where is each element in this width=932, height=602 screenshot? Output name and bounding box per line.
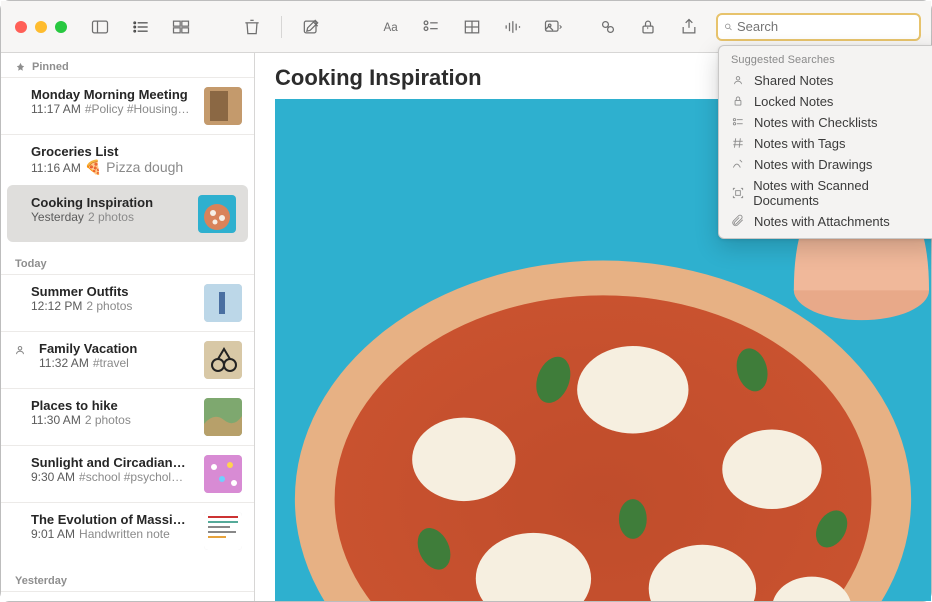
note-title: Summer Outfits bbox=[31, 284, 196, 299]
suggestion-scanned[interactable]: Notes with Scanned Documents bbox=[719, 175, 932, 211]
note-row[interactable]: Monday Morning Meeting 11:17 AM#Policy #… bbox=[1, 77, 254, 134]
suggestion-drawings[interactable]: Notes with Drawings bbox=[719, 154, 932, 175]
pin-icon bbox=[15, 62, 26, 73]
toggle-sidebar-button[interactable] bbox=[87, 14, 114, 40]
list-view-button[interactable] bbox=[128, 14, 155, 40]
note-thumbnail bbox=[204, 398, 242, 436]
gallery-view-button[interactable] bbox=[168, 14, 195, 40]
suggestion-attachments[interactable]: Notes with Attachments bbox=[719, 211, 932, 232]
note-subtitle: Yesterday2 photos bbox=[31, 210, 190, 224]
note-row-selected[interactable]: Cooking Inspiration Yesterday2 photos bbox=[7, 185, 248, 242]
note-row[interactable]: Summer Outfits 12:12 PM2 photos bbox=[1, 274, 254, 331]
tag-icon bbox=[731, 136, 746, 151]
note-row[interactable]: Sunlight and Circadian… 9:30 AM#school #… bbox=[1, 445, 254, 502]
note-title: Sunlight and Circadian… bbox=[31, 455, 196, 470]
note-subtitle: 11:32 AM#travel bbox=[39, 356, 196, 370]
note-title: The Evolution of Massi… bbox=[31, 512, 196, 527]
notes-list-sidebar[interactable]: Pinned Monday Morning Meeting 11:17 AM#P… bbox=[1, 53, 255, 601]
note-row[interactable]: Places to hike 11:30 AM2 photos bbox=[1, 388, 254, 445]
search-icon bbox=[724, 20, 733, 34]
table-button[interactable] bbox=[459, 14, 486, 40]
shared-icon bbox=[731, 73, 746, 88]
suggestion-label: Locked Notes bbox=[754, 94, 834, 109]
section-header-yesterday: Yesterday bbox=[1, 559, 254, 591]
note-row[interactable]: Groceries List 11:16 AM🍕 Pizza dough bbox=[1, 134, 254, 185]
note-subtitle: 12:12 PM2 photos bbox=[31, 299, 196, 313]
svg-text:Aa: Aa bbox=[383, 21, 398, 34]
suggestion-label: Notes with Attachments bbox=[754, 214, 890, 229]
suggestion-label: Notes with Tags bbox=[754, 136, 846, 151]
lock-button[interactable] bbox=[635, 14, 662, 40]
suggestion-label: Notes with Checklists bbox=[754, 115, 878, 130]
suggestion-label: Notes with Drawings bbox=[754, 157, 873, 172]
note-title: Monday Morning Meeting bbox=[31, 87, 196, 102]
checklist-button[interactable] bbox=[418, 14, 445, 40]
note-subtitle: 9:01 AMHandwritten note bbox=[31, 527, 196, 541]
search-suggestions-dropdown: Suggested Searches Shared Notes Locked N… bbox=[718, 45, 932, 239]
window-controls bbox=[11, 21, 73, 33]
toolbar-separator bbox=[281, 16, 282, 38]
zoom-window-icon[interactable] bbox=[55, 21, 67, 33]
note-thumbnail bbox=[204, 512, 242, 550]
suggestion-locked-notes[interactable]: Locked Notes bbox=[719, 91, 932, 112]
new-note-button[interactable] bbox=[298, 14, 325, 40]
note-title: Groceries List bbox=[31, 144, 242, 159]
attachment-icon bbox=[731, 214, 746, 229]
link-button[interactable] bbox=[594, 14, 621, 40]
suggestion-label: Notes with Scanned Documents bbox=[753, 178, 929, 208]
note-subtitle: 11:17 AM#Policy #Housing… bbox=[31, 102, 196, 116]
delete-note-button[interactable] bbox=[239, 14, 266, 40]
suggestion-tags[interactable]: Notes with Tags bbox=[719, 133, 932, 154]
note-subtitle: 11:30 AM2 photos bbox=[31, 413, 196, 427]
note-subtitle: 9:30 AM#school #psychol… bbox=[31, 470, 196, 484]
note-row[interactable]: Yosemite National Park bbox=[1, 591, 254, 601]
drawing-icon bbox=[731, 157, 746, 172]
section-header-pinned: Pinned bbox=[1, 53, 254, 77]
note-row[interactable]: Family Vacation 11:32 AM#travel bbox=[1, 331, 254, 388]
minimize-window-icon[interactable] bbox=[35, 21, 47, 33]
note-title: Cooking Inspiration bbox=[31, 195, 190, 210]
note-thumbnail bbox=[204, 341, 242, 379]
suggestion-checklists[interactable]: Notes with Checklists bbox=[719, 112, 932, 133]
note-title: Places to hike bbox=[31, 398, 196, 413]
suggested-searches-heading: Suggested Searches bbox=[719, 52, 932, 70]
note-thumbnail bbox=[204, 87, 242, 125]
note-subtitle: 11:16 AM🍕 Pizza dough bbox=[31, 159, 242, 176]
media-button[interactable] bbox=[540, 14, 567, 40]
locked-icon bbox=[731, 94, 746, 109]
close-window-icon[interactable] bbox=[15, 21, 27, 33]
audio-button[interactable] bbox=[499, 14, 526, 40]
checklist-icon bbox=[731, 115, 746, 130]
search-field[interactable]: Suggested Searches Shared Notes Locked N… bbox=[716, 13, 921, 41]
format-button[interactable]: Aa bbox=[377, 14, 404, 40]
note-title: Family Vacation bbox=[39, 341, 196, 356]
note-thumbnail bbox=[204, 455, 242, 493]
toolbar: Aa Suggested Searches Shared Notes bbox=[1, 1, 931, 53]
suggestion-label: Shared Notes bbox=[754, 73, 834, 88]
note-row[interactable]: The Evolution of Massi… 9:01 AMHandwritt… bbox=[1, 502, 254, 559]
share-button[interactable] bbox=[675, 14, 702, 40]
section-header-today: Today bbox=[1, 242, 254, 274]
shared-note-icon bbox=[13, 343, 27, 357]
note-thumbnail bbox=[198, 195, 236, 233]
note-thumbnail bbox=[204, 284, 242, 322]
search-input[interactable] bbox=[737, 19, 913, 34]
suggestion-shared-notes[interactable]: Shared Notes bbox=[719, 70, 932, 91]
scanned-icon bbox=[731, 185, 745, 200]
